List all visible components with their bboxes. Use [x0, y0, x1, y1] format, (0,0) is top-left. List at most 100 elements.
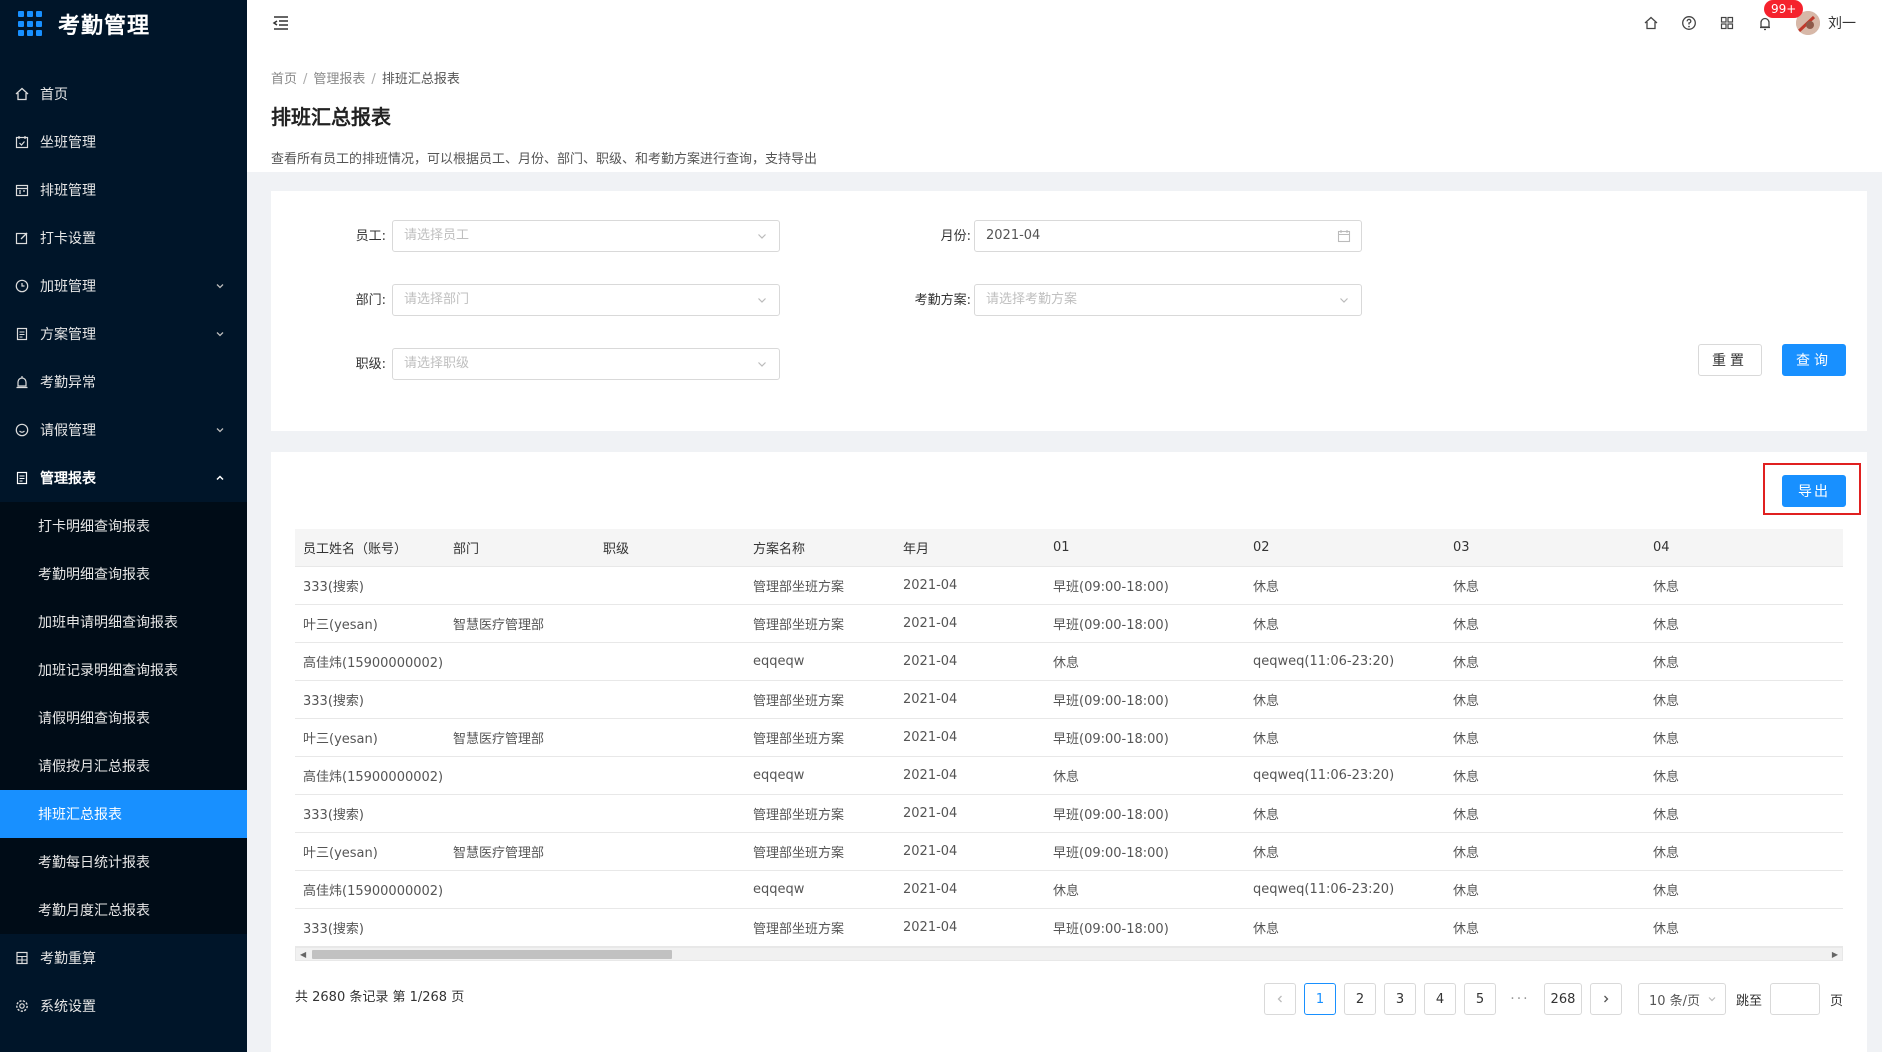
- horizontal-scrollbar[interactable]: ◀ ▶: [295, 946, 1843, 961]
- sidebar-item-clock-settings[interactable]: 打卡设置: [0, 214, 247, 262]
- page-button[interactable]: 3: [1383, 983, 1416, 1015]
- sidebar-item-label: 打卡设置: [40, 231, 96, 247]
- sidebar-subitem-overtime-record-detail[interactable]: 加班记录明细查询报表: [0, 646, 247, 694]
- page-button[interactable]: 2: [1343, 983, 1376, 1015]
- table-cell: 休息: [1245, 718, 1445, 757]
- query-button[interactable]: 查询: [1782, 344, 1846, 376]
- help-icon[interactable]: [1680, 14, 1698, 32]
- pagination: 1 2 3 4 5 ··· 268 10 条/页 跳至 页: [1256, 983, 1843, 1015]
- chevron-down-icon: [216, 428, 224, 433]
- jump-page-input[interactable]: [1769, 983, 1820, 1015]
- month-picker[interactable]: 2021-04: [974, 220, 1362, 252]
- scroll-right-icon[interactable]: ▶: [1832, 950, 1838, 959]
- scrollbar-thumb[interactable]: [312, 949, 672, 959]
- chevron-down-icon: [758, 362, 766, 367]
- table-cell: 高佳炜(15900000002): [295, 756, 445, 795]
- sidebar-subitem-overtime-request-detail[interactable]: 加班申请明细查询报表: [0, 598, 247, 646]
- export-button[interactable]: 导出: [1782, 475, 1846, 507]
- chevron-down-icon: [1708, 997, 1716, 1002]
- sidebar-item-plans[interactable]: 方案管理: [0, 310, 247, 358]
- apps-icon[interactable]: [1718, 14, 1736, 32]
- job-level-select[interactable]: 请选择职级: [392, 348, 780, 380]
- sidebar-item-system-settings[interactable]: 系统设置: [0, 982, 247, 1030]
- jump-suffix: 页: [1829, 993, 1843, 1009]
- app-logo[interactable]: 考勤管理: [0, 0, 247, 48]
- sidebar-subitem-monthly-summary[interactable]: 考勤月度汇总报表: [0, 886, 247, 934]
- table-cell: [595, 870, 745, 909]
- table-cell: 管理部坐班方案: [745, 908, 895, 947]
- page-title: 排班汇总报表: [271, 105, 391, 129]
- sidebar-item-reports[interactable]: 管理报表: [0, 454, 247, 502]
- sidebar-item-attendance[interactable]: 坐班管理: [0, 118, 247, 166]
- table-cell: 休息: [1445, 908, 1645, 947]
- app-title: 考勤管理: [58, 14, 151, 39]
- table-cell: [445, 680, 595, 719]
- table-cell: 早班(09:00-18:00): [1045, 566, 1245, 605]
- table-cell: 休息: [1445, 604, 1645, 643]
- prev-page-button[interactable]: [1263, 983, 1296, 1015]
- table-cell: [595, 604, 745, 643]
- sidebar-subitem-clock-detail[interactable]: 打卡明细查询报表: [0, 502, 247, 550]
- bell-icon[interactable]: 99+: [1756, 0, 1804, 32]
- table-cell: 休息: [1645, 870, 1843, 909]
- table-cell: 2021-04: [895, 604, 1045, 643]
- page-button[interactable]: 4: [1423, 983, 1456, 1015]
- table-cell: 休息: [1245, 680, 1445, 719]
- attendance-plan-label: 考勤方案:: [914, 293, 971, 308]
- smile-icon: [14, 422, 30, 438]
- apps-grid-icon: [18, 11, 44, 37]
- table-cell: 休息: [1245, 566, 1445, 605]
- attendance-plan-select[interactable]: 请选择考勤方案: [974, 284, 1362, 316]
- schedule-table-wrapper: 员工姓名（账号） 部门 职级 方案名称 年月 01 02 03 04 333(搜…: [295, 529, 1843, 961]
- department-select[interactable]: 请选择部门: [392, 284, 780, 316]
- sidebar-subitem-schedule-summary[interactable]: 排班汇总报表: [0, 790, 247, 838]
- breadcrumb-home[interactable]: 首页: [271, 72, 297, 87]
- sidebar-item-leave[interactable]: 请假管理: [0, 406, 247, 454]
- sidebar-item-scheduling[interactable]: 排班管理: [0, 166, 247, 214]
- employee-select[interactable]: 请选择员工: [392, 220, 780, 252]
- sidebar-item-exceptions[interactable]: 考勤异常: [0, 358, 247, 406]
- page-ellipsis[interactable]: ···: [1504, 991, 1536, 1007]
- sidebar-subitem-attendance-detail[interactable]: 考勤明细查询报表: [0, 550, 247, 598]
- scroll-left-icon[interactable]: ◀: [300, 950, 306, 959]
- department-placeholder: 请选择部门: [404, 292, 470, 307]
- sidebar-subitem-daily-stats[interactable]: 考勤每日统计报表: [0, 838, 247, 886]
- page-button[interactable]: 5: [1463, 983, 1496, 1015]
- sidebar-item-recalculate[interactable]: 考勤重算: [0, 934, 247, 982]
- chevron-up-icon: [216, 475, 224, 481]
- table-cell: 2021-04: [895, 642, 1045, 681]
- user-name[interactable]: 刘一: [1828, 13, 1856, 33]
- breadcrumb-parent[interactable]: 管理报表: [313, 72, 365, 87]
- table-cell: [595, 794, 745, 833]
- sidebar-item-overtime[interactable]: 加班管理: [0, 262, 247, 310]
- sidebar-subitem-leave-detail[interactable]: 请假明细查询报表: [0, 694, 247, 742]
- table-cell: 333(搜索): [295, 908, 445, 947]
- sidebar-item-home[interactable]: 首页: [0, 70, 247, 118]
- top-header: 99+ 刘一: [247, 0, 1882, 46]
- next-page-button[interactable]: [1589, 983, 1622, 1015]
- page-size-select[interactable]: 10 条/页: [1637, 983, 1726, 1015]
- table-cell: 2021-04: [895, 794, 1045, 833]
- table-cell: 休息: [1445, 870, 1645, 909]
- table-cell: 休息: [1445, 680, 1645, 719]
- table-cell: [445, 908, 595, 947]
- menu-fold-icon[interactable]: [271, 13, 291, 37]
- table-cell: 休息: [1645, 794, 1843, 833]
- page-button[interactable]: 1: [1303, 983, 1336, 1015]
- column-header: 方案名称: [745, 529, 895, 567]
- chevron-down-icon: [758, 234, 766, 239]
- job-level-placeholder: 请选择职级: [404, 356, 470, 371]
- table-cell: 叶三(yesan): [295, 832, 445, 871]
- sidebar-subitem-leave-monthly[interactable]: 请假按月汇总报表: [0, 742, 247, 790]
- table-row: 333(搜索) 管理部坐班方案 2021-04 早班(09:00-18:00) 休息 休息…: [295, 566, 1843, 605]
- column-header: 部门: [445, 529, 595, 567]
- table-cell: 2021-04: [895, 680, 1045, 719]
- sidebar-item-label: 排班管理: [40, 183, 96, 199]
- home-icon[interactable]: [1642, 14, 1660, 32]
- column-header: 04: [1645, 529, 1843, 567]
- reset-button[interactable]: 重置: [1698, 344, 1762, 376]
- table-cell: 早班(09:00-18:00): [1045, 718, 1245, 757]
- table-cell: 管理部坐班方案: [745, 718, 895, 757]
- home-icon: [14, 86, 30, 102]
- page-button-last[interactable]: 268: [1543, 983, 1582, 1015]
